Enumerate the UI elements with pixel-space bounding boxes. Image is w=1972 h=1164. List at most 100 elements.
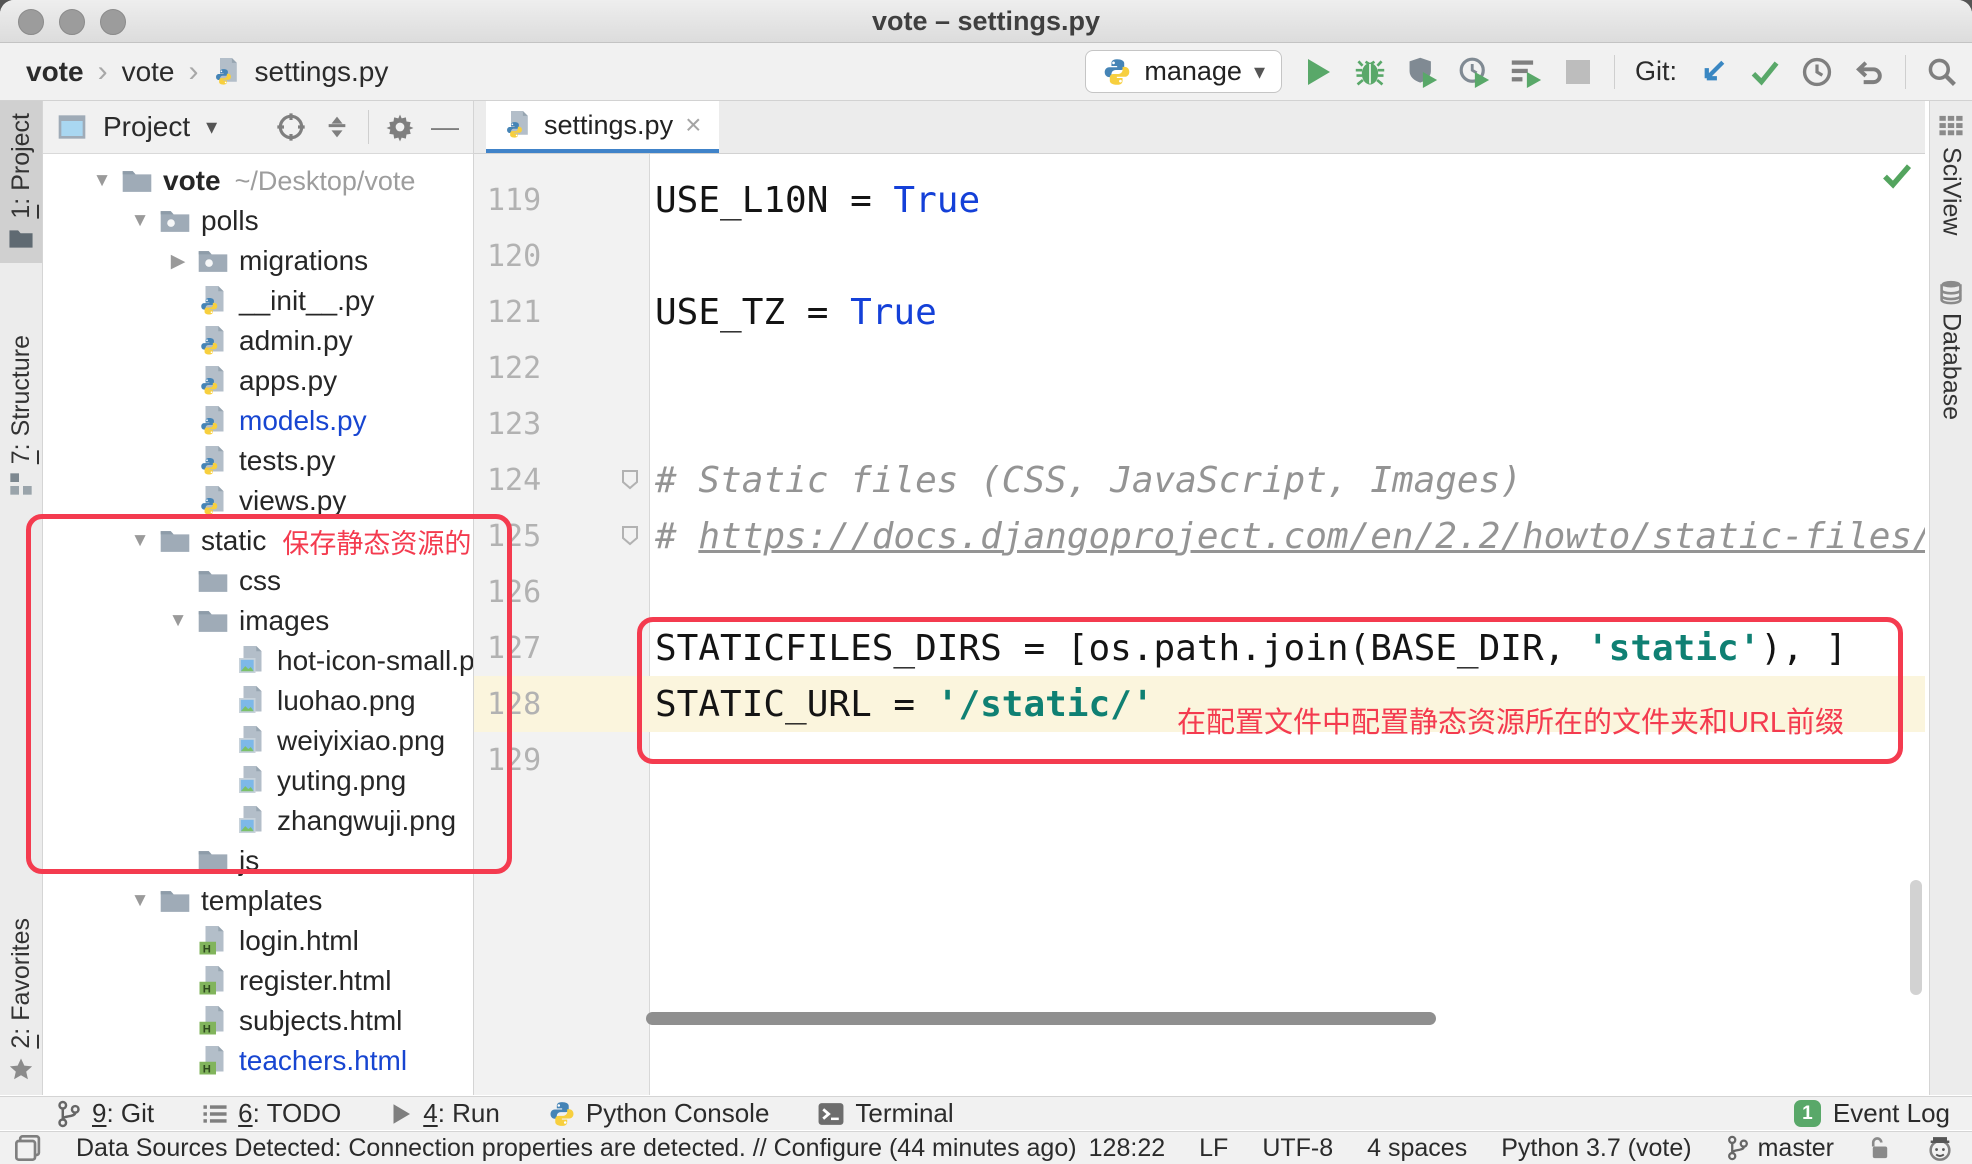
tree-item-register-html[interactable]: register.html [43,961,473,1001]
tool-button-sciview[interactable]: SciView [1930,101,1972,247]
tree-item-admin-py[interactable]: admin.py [43,321,473,361]
tree-item-yuting-png[interactable]: yuting.png [43,761,473,801]
git-history-button[interactable] [1801,56,1833,88]
tool-button-project[interactable]: 1: Project [0,101,42,263]
image-file-icon [235,806,267,836]
tree-item-zhangwuji-png[interactable]: zhangwuji.png [43,801,473,841]
line-ending-selector[interactable]: LF [1199,1134,1228,1163]
chevron-expanded-icon[interactable]: ▼ [159,610,197,632]
run-with-configuration-button[interactable] [1510,56,1542,88]
close-tab-icon[interactable]: × [685,109,701,141]
tree-item-hot-icon-small-png[interactable]: hot-icon-small.png [43,641,473,681]
git-label: Git: [1635,56,1677,87]
html-file-icon [197,1046,229,1076]
caret-position[interactable]: 128:22 [1089,1134,1165,1163]
comment-link[interactable]: https://docs.djangoproject.com/en/2.2/ho… [698,516,1925,557]
stop-button[interactable] [1562,56,1594,88]
tree-item-js[interactable]: js [43,841,473,881]
tool-button-favorites[interactable]: 2: Favorites [0,906,42,1095]
vertical-scrollbar[interactable] [1910,880,1922,995]
breadcrumb-project[interactable]: vote [26,56,84,88]
project-panel-title[interactable]: Project [103,111,190,143]
tree-item-vote[interactable]: ▼ vote ~/Desktop/vote [43,161,473,201]
code-editor[interactable]: 119 USE_L10N = True 120 121 USE_TZ = Tru… [474,154,1925,1095]
tree-item-static[interactable]: ▼ static 保存静态资源的目录 [43,521,473,561]
database-icon [1938,279,1964,305]
image-file-icon [235,726,267,756]
search-everywhere-button[interactable] [1926,56,1958,88]
image-file-icon [235,646,267,676]
main-toolbar: vote › vote › settings.py manage ▾ Git: [0,43,1972,101]
tree-item-migrations[interactable]: ▶ migrations [43,241,473,281]
code-line-126: 126 [474,564,1925,620]
project-tree: ▼ vote ~/Desktop/vote ▼ polls ▶ migratio… [43,161,473,1095]
fold-region-icon[interactable] [620,525,640,547]
python-file-icon [197,486,229,516]
tree-item-luohao-png[interactable]: luohao.png [43,681,473,721]
collapse-all-button[interactable] [322,112,352,142]
toolwindow-run[interactable]: 4: Run [389,1098,500,1129]
breadcrumb-file[interactable]: settings.py [255,56,389,88]
tree-item-templates[interactable]: ▼ templates [43,881,473,921]
gear-icon[interactable] [385,112,415,142]
locate-file-button[interactable] [276,112,306,142]
lock-icon[interactable] [1868,1135,1892,1161]
tool-button-structure[interactable]: 7: Structure [0,323,42,508]
run-configuration-select[interactable]: manage ▾ [1085,50,1282,93]
tree-item-views-py[interactable]: views.py [43,481,473,521]
tree-item-subjects-html[interactable]: subjects.html [43,1001,473,1041]
chevron-expanded-icon[interactable]: ▼ [83,170,121,192]
python-file-icon [197,446,229,476]
right-tool-stripe: SciView Database [1929,101,1972,1095]
tree-item-weiyixiao-png[interactable]: weiyixiao.png [43,721,473,761]
tree-item-polls[interactable]: ▼ polls [43,201,473,241]
chevron-collapsed-icon[interactable]: ▶ [159,250,197,273]
toolwindow-python-console[interactable]: Python Console [548,1098,770,1129]
indent-selector[interactable]: 4 spaces [1367,1134,1467,1163]
encoding-selector[interactable]: UTF-8 [1262,1134,1333,1163]
profile-button[interactable] [1458,56,1490,88]
tree-item-init-py[interactable]: __init__.py [43,281,473,321]
window-title: vote – settings.py [0,0,1972,42]
toolwindow-git[interactable]: 9: Git [56,1098,154,1129]
tool-button-database[interactable]: Database [1930,267,1972,432]
git-branch-widget[interactable]: master [1726,1134,1834,1163]
sciview-grid-icon [1938,113,1964,139]
chevron-down-icon: ▾ [1254,59,1265,85]
tree-item-login-html[interactable]: login.html [43,921,473,961]
toolwindow-switcher-icon[interactable] [14,1134,42,1162]
fold-region-icon[interactable] [620,469,640,491]
chevron-down-icon[interactable]: ▾ [206,114,217,140]
toolwindow-todo[interactable]: 6: TODO [202,1098,341,1129]
git-commit-button[interactable] [1749,56,1781,88]
highlighting-level-icon[interactable] [1926,1134,1954,1162]
python-file-icon [197,406,229,436]
python-file-icon [197,326,229,356]
tree-item-teachers-html[interactable]: teachers.html [43,1041,473,1081]
run-with-coverage-button[interactable] [1406,56,1438,88]
tree-item-tests-py[interactable]: tests.py [43,441,473,481]
git-update-button[interactable] [1697,56,1729,88]
code-annotation-text: 在配置文件中配置静态资源所在的文件夹和URL前缀 [1177,699,1844,741]
debug-button[interactable] [1354,56,1386,88]
toolwindow-terminal[interactable]: Terminal [817,1098,953,1129]
chevron-expanded-icon[interactable]: ▼ [121,210,159,232]
status-message[interactable]: Data Sources Detected: Connection proper… [76,1134,1077,1163]
image-file-icon [235,686,267,716]
hide-panel-button[interactable]: — [431,111,459,143]
project-panel-header: Project ▾ — [43,101,473,154]
interpreter-selector[interactable]: Python 3.7 (vote) [1501,1134,1691,1163]
breadcrumb-package[interactable]: vote [122,56,175,88]
tree-item-apps-py[interactable]: apps.py [43,361,473,401]
event-log-button[interactable]: 1 Event Log [1794,1098,1950,1129]
tab-settings-py[interactable]: settings.py × [486,101,719,153]
git-rollback-button[interactable] [1853,56,1885,88]
tree-item-models-py[interactable]: models.py [43,401,473,441]
run-button[interactable] [1302,56,1334,88]
tree-item-css[interactable]: css [43,561,473,601]
chevron-expanded-icon[interactable]: ▼ [121,890,159,912]
chevron-expanded-icon[interactable]: ▼ [121,530,159,552]
horizontal-scrollbar[interactable] [646,1012,1436,1025]
code-line-125: 125 # https://docs.djangoproject.com/en/… [474,508,1925,564]
tree-item-images[interactable]: ▼ images [43,601,473,641]
